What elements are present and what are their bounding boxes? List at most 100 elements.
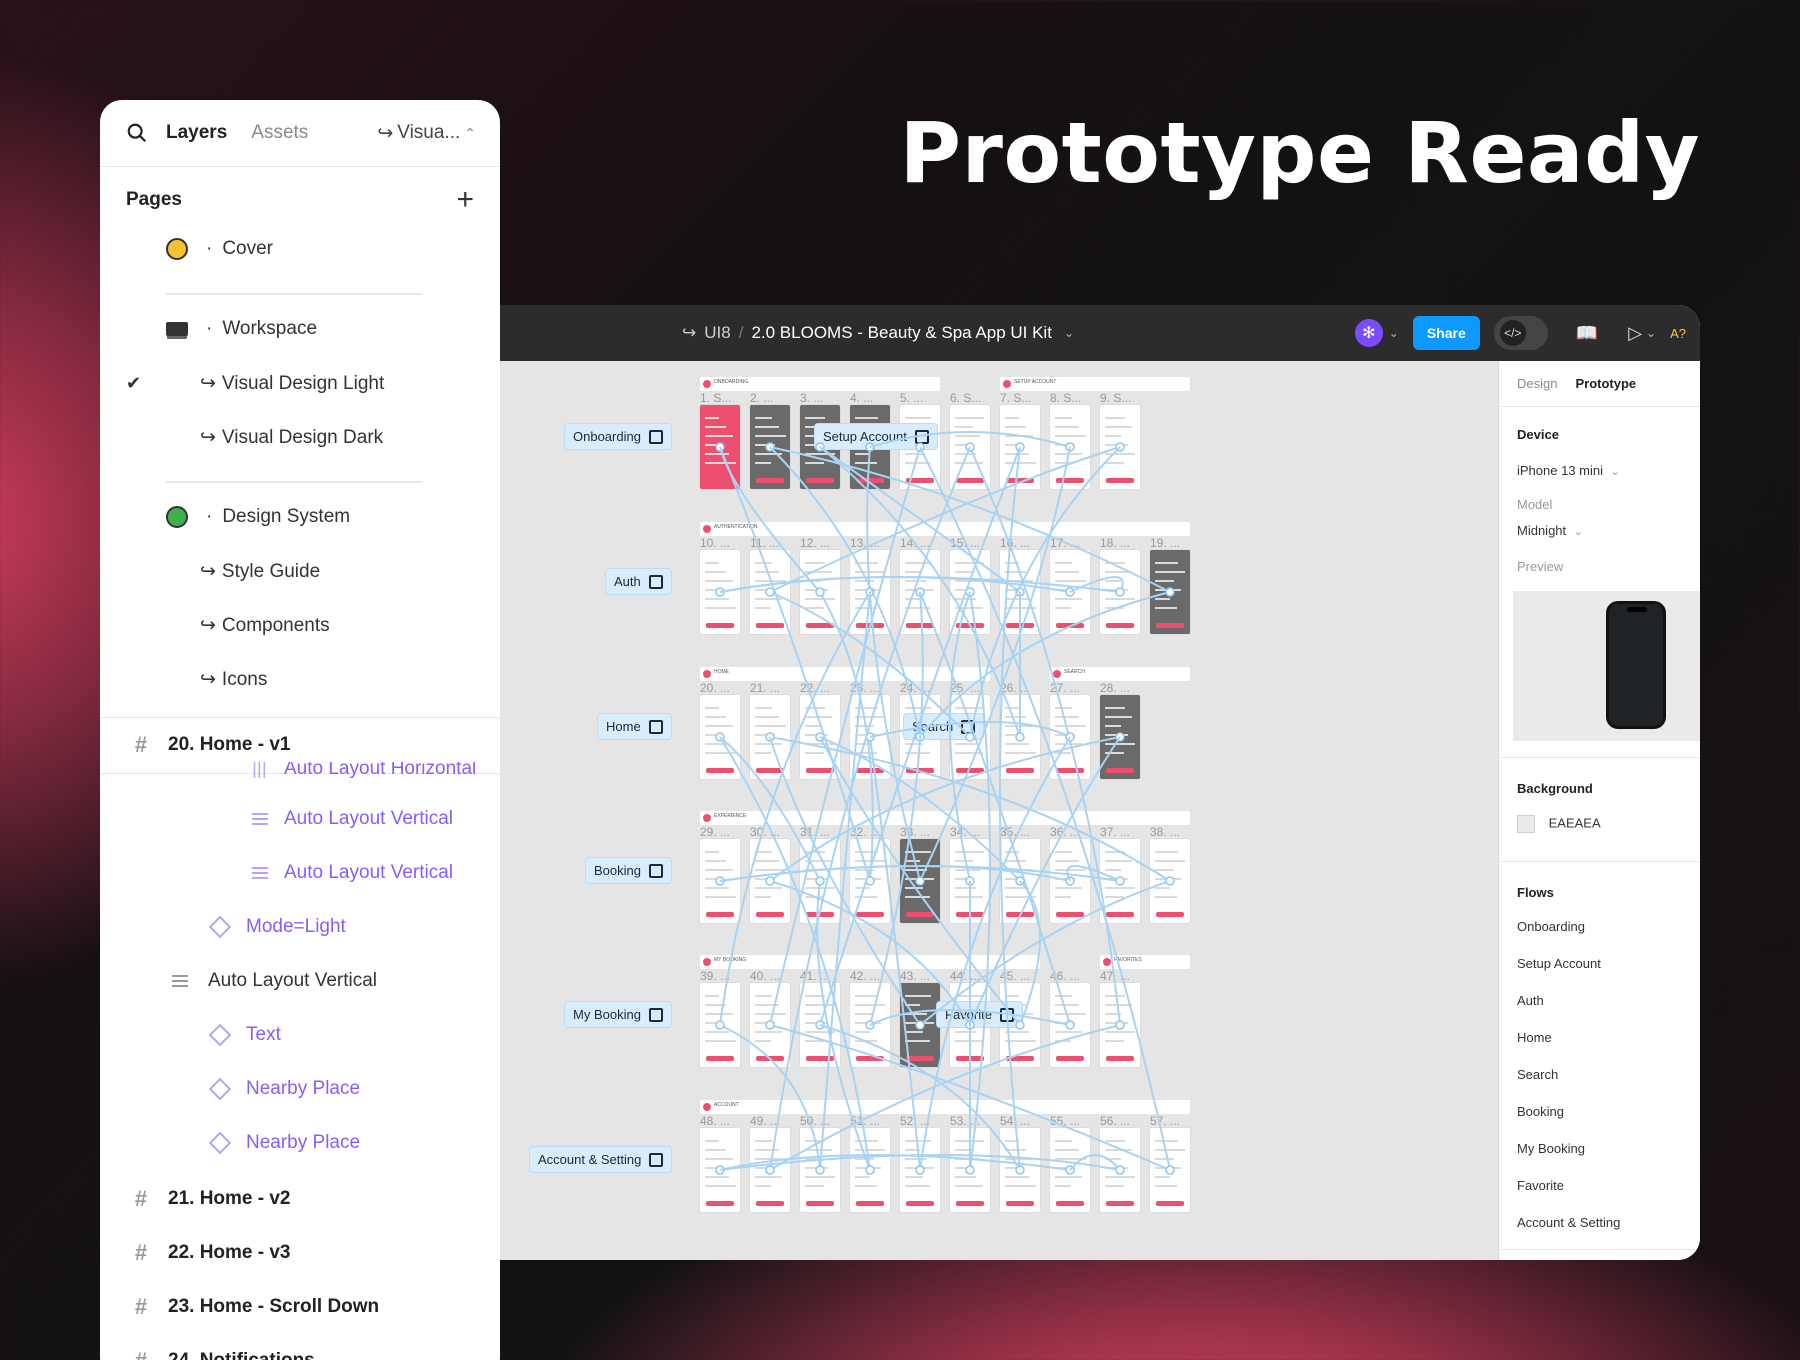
flow-item[interactable]: Favorite — [1517, 1178, 1564, 1193]
chevron-down-icon[interactable]: ⌄ — [1389, 326, 1399, 340]
flow-start-label[interactable]: Search — [903, 713, 985, 740]
screen-frame[interactable] — [1000, 405, 1040, 489]
layer-autolayout-vertical[interactable]: Auto Layout Vertical — [172, 970, 377, 992]
screen-frame[interactable] — [750, 405, 790, 489]
tab-assets[interactable]: Assets — [251, 122, 308, 144]
layer-frame[interactable]: # 20. Home - v1 — [130, 732, 291, 758]
layer-frame[interactable]: # 24. Notifications — [130, 1348, 315, 1360]
flow-item[interactable]: Auth — [1517, 993, 1544, 1008]
chevron-down-icon[interactable]: ⌄ — [1646, 326, 1656, 340]
layer-autolayout-vertical[interactable]: Auto Layout Vertical — [252, 862, 453, 884]
screen-frame[interactable] — [800, 550, 840, 634]
screen-frame[interactable] — [850, 1128, 890, 1212]
layer-autolayout-vertical[interactable]: Auto Layout Vertical — [252, 808, 453, 830]
play-flow-icon[interactable] — [648, 719, 663, 734]
screen-frame[interactable] — [950, 839, 990, 923]
screen-frame[interactable] — [750, 550, 790, 634]
canvas[interactable]: ONBOARDING SETUP ACCOUNT AUTHENTICATION HOM… — [500, 361, 1498, 1260]
screen-frame[interactable] — [800, 839, 840, 923]
screen-frame[interactable] — [700, 983, 740, 1067]
layer-autolayout-horizontal[interactable]: ||| Auto Layout Horizontal — [252, 762, 476, 782]
color-swatch[interactable] — [1517, 815, 1535, 833]
screen-frame[interactable] — [700, 695, 740, 779]
screen-frame[interactable] — [850, 983, 890, 1067]
screen-frame[interactable] — [700, 839, 740, 923]
flow-item[interactable]: Onboarding — [1517, 919, 1585, 934]
share-button[interactable]: Share — [1412, 316, 1480, 350]
screen-frame[interactable] — [1150, 550, 1190, 634]
screen-frame[interactable] — [850, 695, 890, 779]
flow-start-label[interactable]: Favorite — [936, 1001, 1023, 1028]
screen-frame[interactable] — [1100, 550, 1140, 634]
play-flow-icon[interactable] — [648, 429, 663, 444]
play-flow-icon[interactable] — [648, 574, 663, 589]
flow-start-label[interactable]: Home — [597, 713, 672, 740]
page-item-workspace[interactable]: · Workspace — [166, 318, 317, 340]
screen-frame[interactable] — [1050, 983, 1090, 1067]
page-item-visual-design-light[interactable]: ✔ ↪ Visual Design Light — [126, 372, 384, 395]
layer-instance[interactable]: Text — [208, 1023, 281, 1047]
screen-frame[interactable] — [1050, 1128, 1090, 1212]
background-value[interactable]: EAEAEA — [1549, 815, 1601, 830]
flow-item[interactable]: Search — [1517, 1067, 1558, 1082]
screen-frame[interactable] — [1100, 695, 1140, 779]
zoom-indicator[interactable]: A? — [1670, 326, 1686, 341]
screen-frame[interactable] — [750, 695, 790, 779]
flow-start-label[interactable]: Booking — [585, 857, 672, 884]
screen-frame[interactable] — [1100, 405, 1140, 489]
screen-frame[interactable] — [800, 983, 840, 1067]
flow-start-label[interactable]: Account & Setting — [529, 1146, 673, 1173]
screen-frame[interactable] — [1100, 1128, 1140, 1212]
flow-item[interactable]: Booking — [1517, 1104, 1564, 1119]
flow-start-label[interactable]: My Booking — [564, 1001, 672, 1028]
layer-frame[interactable]: # 22. Home - v3 — [130, 1240, 291, 1266]
page-item-icons[interactable]: ↪ Icons — [200, 668, 267, 691]
screen-frame[interactable] — [700, 550, 740, 634]
add-page-icon[interactable]: + — [456, 185, 474, 215]
screen-frame[interactable] — [850, 839, 890, 923]
breadcrumb-file[interactable]: 2.0 BLOOMS - Beauty & Spa App UI Kit — [751, 323, 1051, 343]
page-item-design-system[interactable]: · Design System — [166, 506, 350, 528]
chevron-down-icon[interactable]: ⌄ — [1064, 326, 1074, 340]
screen-frame[interactable] — [900, 1128, 940, 1212]
screen-frame[interactable] — [1100, 983, 1140, 1067]
screen-frame[interactable] — [1000, 839, 1040, 923]
play-flow-icon[interactable] — [961, 719, 976, 734]
screen-frame[interactable] — [800, 1128, 840, 1212]
screen-frame[interactable] — [1000, 695, 1040, 779]
dev-mode-toggle[interactable]: </> — [1493, 316, 1548, 350]
page-item-components[interactable]: ↪ Components — [200, 614, 330, 637]
screen-frame[interactable] — [950, 405, 990, 489]
screen-frame[interactable] — [1000, 1128, 1040, 1212]
device-select[interactable]: iPhone 13 mini ⌄ — [1517, 463, 1620, 478]
screen-frame[interactable] — [950, 550, 990, 634]
play-flow-icon[interactable] — [914, 429, 929, 444]
screen-frame[interactable] — [1050, 695, 1090, 779]
play-flow-icon[interactable] — [648, 863, 663, 878]
layer-instance[interactable]: Nearby Place — [208, 1077, 360, 1101]
screen-frame[interactable] — [900, 983, 940, 1067]
screen-frame[interactable] — [1150, 1128, 1190, 1212]
layer-frame[interactable]: # 21. Home - v2 — [130, 1186, 291, 1212]
play-flow-icon[interactable] — [648, 1007, 663, 1022]
screen-frame[interactable] — [750, 983, 790, 1067]
layer-frame[interactable]: # 23. Home - Scroll Down — [130, 1294, 379, 1320]
search-icon[interactable] — [126, 122, 148, 144]
model-select[interactable]: Midnight ⌄ — [1517, 523, 1583, 538]
flow-item[interactable]: Setup Account — [1517, 956, 1601, 971]
tab-design[interactable]: Design — [1517, 376, 1557, 391]
avatar[interactable]: ✻ — [1354, 319, 1383, 347]
play-flow-icon[interactable] — [999, 1007, 1014, 1022]
flow-item[interactable]: My Booking — [1517, 1141, 1585, 1156]
screen-frame[interactable] — [700, 405, 740, 489]
screen-frame[interactable] — [1150, 839, 1190, 923]
breadcrumb-team[interactable]: UI8 — [704, 323, 730, 343]
play-flow-icon[interactable] — [649, 1152, 664, 1167]
flow-item[interactable]: Home — [1517, 1030, 1552, 1045]
tab-prototype[interactable]: Prototype — [1575, 376, 1636, 391]
screen-frame[interactable] — [800, 695, 840, 779]
page-item-visual-design-dark[interactable]: ↪ Visual Design Dark — [200, 426, 383, 449]
library-icon[interactable]: 📖 — [1576, 323, 1598, 344]
screen-frame[interactable] — [1050, 550, 1090, 634]
screen-frame[interactable] — [750, 839, 790, 923]
